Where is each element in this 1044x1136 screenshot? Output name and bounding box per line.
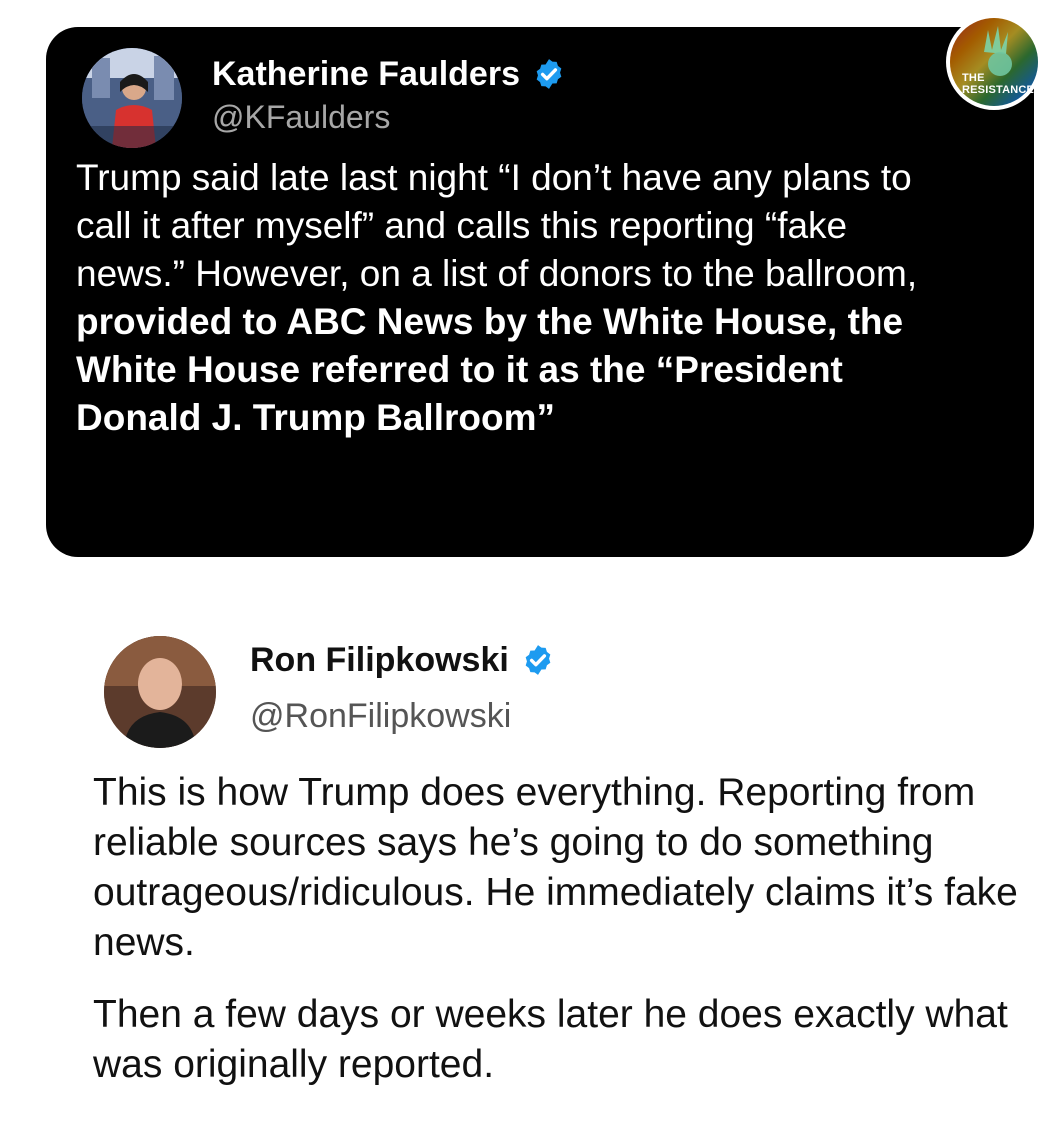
kf-tweet-text: Trump said late last night “I don’t have… xyxy=(76,154,956,442)
rf-tweet-paragraph-1: This is how Trump does everything. Repor… xyxy=(93,771,1018,964)
kf-handle[interactable]: @KFaulders xyxy=(212,98,390,136)
rf-tweet-paragraph-2: Then a few days or weeks later he does e… xyxy=(93,993,1008,1086)
kf-avatar[interactable] xyxy=(82,48,182,148)
resistance-badge-text: THE RESISTANCE xyxy=(962,72,1042,96)
rf-avatar-image xyxy=(104,636,216,748)
rf-avatar[interactable] xyxy=(104,636,216,748)
kf-author-name[interactable]: Katherine Faulders xyxy=(212,54,520,94)
rf-handle[interactable]: @RonFilipkowski xyxy=(250,696,511,736)
kf-name-row: Katherine Faulders xyxy=(212,54,566,94)
kf-avatar-image xyxy=(82,48,182,148)
kf-tweet-text-plain: Trump said late last night “I don’t have… xyxy=(76,157,918,294)
kf-tweet-text-bold: provided to ABC News by the White House,… xyxy=(76,301,904,438)
resistance-logo-icon xyxy=(946,14,1042,110)
verified-badge-icon xyxy=(525,645,551,675)
badge-line2: RESISTANCE xyxy=(962,84,1035,96)
badge-line1: THE xyxy=(962,72,985,84)
resistance-badge-logo: THE RESISTANCE xyxy=(944,12,1044,112)
rf-tweet-text: This is how Trump does everything. Repor… xyxy=(93,768,1033,1112)
rf-name-row: Ron Filipkowski xyxy=(250,640,555,680)
verified-badge-icon xyxy=(536,59,562,89)
rf-author-name[interactable]: Ron Filipkowski xyxy=(250,640,509,680)
